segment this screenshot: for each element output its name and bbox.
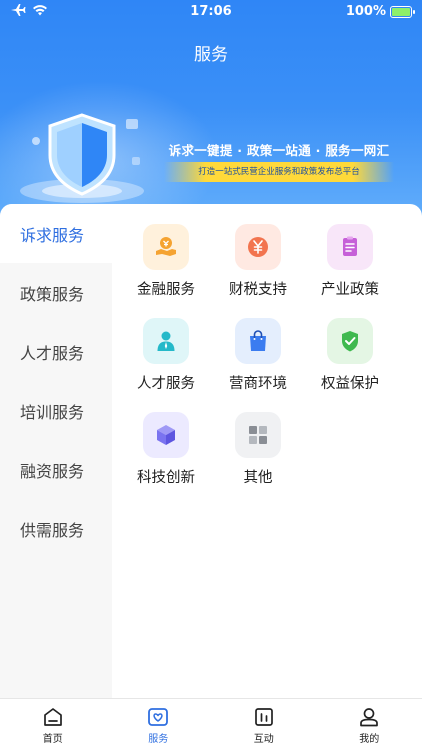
tab-home[interactable]: 首页 [0,699,106,750]
person-icon [157,331,175,351]
service-label: 其他 [243,470,273,486]
tab-interaction[interactable]: 互动 [211,699,317,750]
status-right: 100% [345,4,415,19]
shield-check-icon [342,331,358,352]
banner-subslogan: 打造一站式民营企业服务和政策发布总平台 [164,162,394,182]
sidebar-item-appeal[interactable]: 诉求服务 [0,204,112,263]
service-rights-protection[interactable]: 权益保护 [304,318,396,398]
tab-label: 互动 [253,734,274,745]
service-label: 产业政策 [321,282,379,298]
sidebar-item-supply-demand[interactable]: 供需服务 [0,499,112,558]
person-icon-box [143,318,189,364]
home-icon [43,708,62,726]
service-grid: 金融服务 财税支持 产业政策 人才服务 营商环境 权益保护 科技创新 其他 [120,224,420,492]
sidebar-item-policy[interactable]: 政策服务 [0,263,112,322]
service-label: 营商环境 [229,376,287,392]
sidebar-item-talent[interactable]: 人才服务 [0,322,112,381]
service-talent[interactable]: 人才服务 [120,318,212,398]
sidebar-item-training[interactable]: 培训服务 [0,381,112,440]
finance-icon-box [143,224,189,270]
cube-icon-box [143,412,189,458]
clipboard-icon [343,236,357,256]
tab-service[interactable]: 服务 [106,699,212,750]
service-finance[interactable]: 金融服务 [120,224,212,304]
shield-illustration [20,113,144,203]
finance-icon [156,237,176,256]
service-label: 科技创新 [137,470,195,486]
status-bar: 17:06 100% [0,0,422,24]
banner-slogan: 诉求一键提 · 政策一站通 · 服务一网汇 [168,143,390,158]
battery-icon [390,5,415,18]
service-other[interactable]: 其他 [212,412,304,492]
service-tax[interactable]: 财税支持 [212,224,304,304]
service-industry-policy[interactable]: 产业政策 [304,224,396,304]
cube-icon [157,425,175,445]
chart-icon [254,708,273,726]
shield-check-icon-box [327,318,373,364]
shopping-bag-icon-box [235,318,281,364]
service-business-environment[interactable]: 营商环境 [212,318,304,398]
tab-label: 首页 [42,734,63,745]
user-icon [360,708,379,727]
tab-label: 服务 [148,734,169,745]
clipboard-icon-box [327,224,373,270]
heart-icon [148,708,169,726]
yuan-icon [248,237,268,257]
page-title: 服务 [194,45,228,65]
tab-label: 我的 [359,734,380,745]
grid-icon [249,426,267,444]
service-label: 财税支持 [229,282,287,298]
service-label: 权益保护 [321,376,379,392]
yuan-icon-box [235,224,281,270]
grid-icon-box [235,412,281,458]
service-panel: 金融服务 财税支持 产业政策 人才服务 营商环境 权益保护 科技创新 其他 [112,204,422,698]
service-label: 金融服务 [137,282,195,298]
category-sidebar: 诉求服务 政策服务 人才服务 培训服务 融资服务 供需服务 [0,204,112,698]
battery-percent: 100% [345,4,386,19]
service-tech-innovation[interactable]: 科技创新 [120,412,212,492]
shopping-bag-icon [250,330,266,351]
tab-mine[interactable]: 我的 [317,699,422,750]
service-label: 人才服务 [137,376,195,392]
bottom-tab-bar: 首页 服务 互动 我的 [0,698,422,750]
sidebar-item-financing[interactable]: 融资服务 [0,440,112,499]
